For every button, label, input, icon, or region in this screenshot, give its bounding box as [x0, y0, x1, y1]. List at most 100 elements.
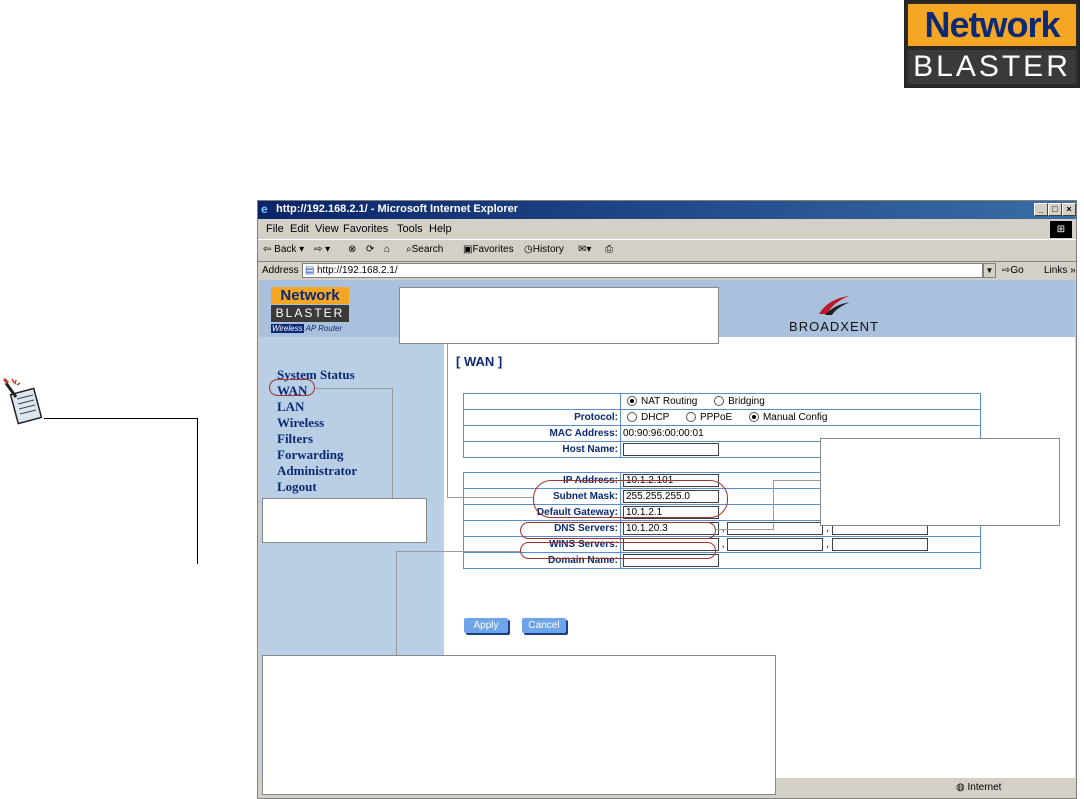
nav-filters[interactable]: Filters: [277, 431, 313, 447]
address-input[interactable]: ▤ http://192.168.2.1/: [302, 263, 983, 278]
page-title: [ WAN ]: [456, 354, 503, 369]
note-pad-icon: [2, 377, 43, 425]
windows-logo-icon: ⊞: [1050, 221, 1072, 238]
menu-file[interactable]: File: [266, 223, 284, 235]
mac-address-label: MAC Address:: [463, 425, 621, 442]
host-name-label: Host Name:: [463, 441, 621, 458]
nav-wireless[interactable]: Wireless: [277, 415, 324, 431]
window-title: http://192.168.2.1/ - Microsoft Internet…: [276, 203, 519, 215]
favorites-button[interactable]: ▣Favorites: [463, 244, 514, 255]
search-label: Search: [411, 244, 444, 255]
bridging-label: Bridging: [728, 396, 765, 407]
router-logo-subtext: AP Router: [305, 324, 343, 333]
mode-cell: NAT Routing Bridging: [620, 393, 981, 410]
connector-line: [315, 388, 392, 389]
router-logo-badge: Wireless: [271, 324, 304, 333]
history-icon: ◷: [524, 244, 533, 255]
menu-view[interactable]: View: [315, 223, 339, 235]
connector-line: [773, 480, 774, 529]
address-bar: Address ▤ http://192.168.2.1/ ▼ ⇨Go Link…: [258, 262, 1076, 279]
wan-highlight-oval: [269, 379, 315, 396]
address-value: http://192.168.2.1/: [317, 265, 398, 276]
broadxent-logo: BROADXENT: [779, 294, 889, 334]
menu-bar: File Edit View Favorites Tools Help ⊞: [258, 220, 1076, 240]
connector-line: [396, 551, 397, 655]
logo-blaster-text: BLASTER: [908, 50, 1076, 84]
cancel-button[interactable]: Cancel: [522, 618, 566, 633]
maximize-button[interactable]: □: [1048, 203, 1062, 216]
router-logo-blaster: BLASTER: [271, 305, 349, 322]
nav-forwarding[interactable]: Forwarding: [277, 447, 343, 463]
table-row: Protocol: DHCP PPPoE Manual Config: [463, 409, 981, 426]
router-logo: Network BLASTER Wireless AP Router: [271, 287, 349, 335]
apply-button[interactable]: Apply: [464, 618, 508, 633]
back-label: Back: [274, 244, 297, 255]
go-button[interactable]: ⇨Go: [1002, 265, 1024, 276]
address-dropdown-icon[interactable]: ▼: [983, 263, 996, 278]
address-label: Address: [262, 265, 299, 276]
callout-box: [820, 438, 1060, 526]
table-cell: [463, 393, 621, 410]
nat-routing-label: NAT Routing: [641, 396, 698, 407]
print-icon[interactable]: ⎙: [605, 244, 613, 255]
title-bar: e http://192.168.2.1/ - Microsoft Intern…: [258, 201, 1076, 219]
nav-lan[interactable]: LAN: [277, 399, 304, 415]
callout-box: [262, 655, 776, 795]
menu-tools[interactable]: Tools: [397, 223, 423, 235]
favorites-label: Favorites: [472, 244, 514, 255]
go-label: Go: [1010, 265, 1024, 276]
manual-config-radio[interactable]: [748, 412, 759, 423]
home-icon[interactable]: ⌂: [384, 244, 390, 255]
nat-routing-radio[interactable]: [627, 396, 637, 407]
links-label: Links: [1044, 265, 1068, 276]
close-button[interactable]: ×: [1062, 203, 1076, 216]
connector-line: [392, 388, 393, 498]
pppoe-radio[interactable]: [685, 412, 696, 423]
callout-box: [399, 287, 719, 344]
ie-icon: e: [261, 202, 268, 216]
connector-line: [447, 497, 533, 498]
bridging-radio[interactable]: [714, 396, 725, 407]
search-button[interactable]: ⌕Search: [406, 244, 443, 255]
stop-icon[interactable]: ⊗: [348, 244, 356, 255]
router-logo-network: Network: [271, 287, 349, 304]
broadxent-text: BROADXENT: [789, 319, 879, 334]
history-label: History: [532, 244, 564, 255]
back-arrow-icon: ⇦: [263, 244, 272, 255]
minimize-button[interactable]: _: [1034, 203, 1048, 216]
nav-logout[interactable]: Logout: [277, 479, 317, 495]
mail-icon[interactable]: ✉▾: [578, 244, 591, 255]
logo-network-text: Network: [908, 4, 1076, 46]
page-icon: ▤: [305, 265, 315, 276]
wins-server-3-input[interactable]: [831, 538, 928, 551]
history-button[interactable]: ◷History: [524, 244, 564, 255]
refresh-icon[interactable]: ⟳: [366, 244, 374, 255]
protocol-label: Protocol:: [463, 409, 621, 426]
nav-administrator[interactable]: Administrator: [277, 463, 357, 479]
menu-favorites[interactable]: Favorites: [343, 223, 388, 235]
router-logo-subtitle: Wireless AP Router: [271, 323, 349, 334]
manual-config-label: Manual Config: [762, 412, 828, 423]
host-name-input[interactable]: [623, 443, 719, 456]
dns-highlight-oval: [520, 542, 716, 559]
internet-zone: ◍ Internet: [956, 782, 1001, 793]
internet-zone-label: Internet: [967, 782, 1002, 793]
callout-box: [262, 498, 427, 543]
wins-server-2-input[interactable]: [727, 538, 824, 551]
network-blaster-logo: Network BLASTER: [904, 0, 1080, 88]
toolbar: ⇦ Back ▾ ⇨ ▾ ⊗ ⟳ ⌂ ⌕Search ▣Favorites ◷H…: [258, 240, 1076, 262]
globe-icon: ◍: [956, 782, 965, 793]
gateway-highlight-oval: [520, 522, 716, 539]
forward-button[interactable]: ⇨ ▾: [314, 244, 330, 255]
connector-line: [447, 344, 448, 498]
protocol-cell: DHCP PPPoE Manual Config: [620, 409, 981, 426]
menu-help[interactable]: Help: [429, 223, 452, 235]
back-button[interactable]: ⇦ Back ▾: [263, 244, 304, 255]
dhcp-radio[interactable]: [627, 412, 637, 423]
pppoe-label: PPPoE: [699, 412, 733, 423]
menu-edit[interactable]: Edit: [290, 223, 309, 235]
forward-arrow-icon: ⇨: [314, 244, 323, 255]
links-button[interactable]: Links »: [1044, 265, 1076, 276]
broadxent-swoosh-icon: [819, 296, 850, 315]
callout-line: [197, 418, 198, 564]
